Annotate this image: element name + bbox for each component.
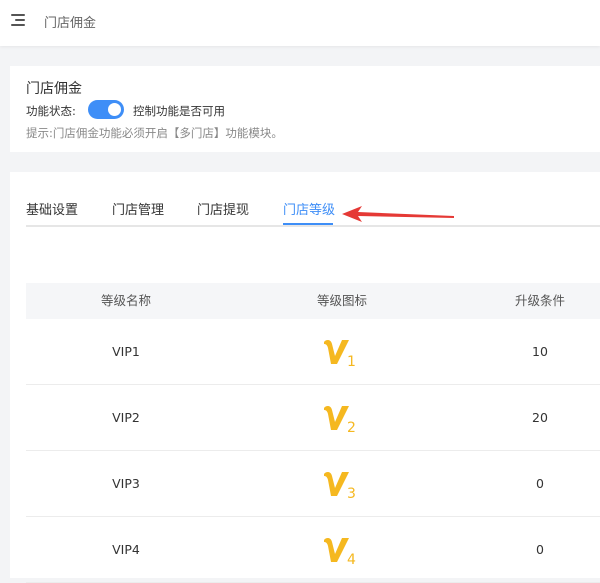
- vip-level-number: 3: [347, 486, 356, 502]
- vip3-icon: 3: [324, 471, 356, 502]
- level-name: VIP3: [112, 476, 140, 491]
- level-name: VIP2: [112, 410, 140, 425]
- table-row: VIP4 4 0: [26, 517, 600, 583]
- red-arrow-annotation: [342, 206, 454, 222]
- tab-bar: 基础设置 门店管理 门店提现 门店等级: [26, 199, 600, 227]
- upgrade-condition: 10: [532, 344, 548, 359]
- upgrade-condition: 20: [532, 410, 548, 425]
- vip-level-number: 4: [347, 552, 356, 568]
- header-level-name: 等级名称: [100, 293, 151, 308]
- vip-level-number: 2: [347, 420, 356, 436]
- vip4-icon: 4: [324, 537, 356, 568]
- tab-store-withdrawal[interactable]: 门店提现: [197, 199, 249, 218]
- vip1-icon: 1: [324, 339, 356, 370]
- level-icon-cell: 1: [226, 319, 458, 384]
- status-description: 控制功能是否可用: [133, 104, 225, 118]
- tab-basic-settings[interactable]: 基础设置: [26, 199, 78, 218]
- menu-collapse-icon[interactable]: [11, 14, 25, 26]
- active-tab-indicator: [283, 223, 333, 225]
- settings-hint: 提示:门店佣金功能必须开启【多门店】功能模块。: [26, 126, 283, 140]
- tab-store-management[interactable]: 门店管理: [112, 199, 164, 218]
- header-level-icon: 等级图标: [316, 293, 367, 308]
- tab-store-level[interactable]: 门店等级: [283, 199, 335, 218]
- table-row: VIP3 3 0: [26, 451, 600, 517]
- table-row: VIP2 2 20: [26, 385, 600, 451]
- level-icon-cell: 4: [226, 517, 458, 582]
- vip2-icon: 2: [324, 405, 356, 436]
- level-name: VIP4: [112, 542, 140, 557]
- upgrade-condition: 0: [536, 542, 544, 557]
- upgrade-condition: 0: [536, 476, 544, 491]
- content-card: 基础设置 门店管理 门店提现 门店等级 等级名称 等级图标 升级条件 VIP1 …: [10, 172, 600, 583]
- vip-level-number: 1: [347, 354, 356, 370]
- toggle-knob: [108, 103, 121, 116]
- top-bar: 门店佣金: [0, 0, 600, 46]
- settings-heading: 门店佣金: [26, 81, 82, 97]
- header-upgrade-condition: 升级条件: [514, 293, 565, 308]
- table-row: VIP1 1 10: [26, 319, 600, 385]
- level-name: VIP1: [112, 344, 140, 359]
- settings-card: 门店佣金 功能状态: 控制功能是否可用 提示:门店佣金功能必须开启【多门店】功能…: [10, 66, 600, 152]
- level-icon-cell: 3: [226, 451, 458, 516]
- status-toggle[interactable]: [88, 100, 124, 119]
- level-icon-cell: 2: [226, 385, 458, 450]
- page-title: 门店佣金: [44, 16, 97, 31]
- level-table: 等级名称 等级图标 升级条件 VIP1 1 10 VIP2 2 20 VIP3 …: [26, 283, 600, 583]
- table-header: 等级名称 等级图标 升级条件: [26, 283, 600, 319]
- status-label: 功能状态:: [26, 104, 76, 118]
